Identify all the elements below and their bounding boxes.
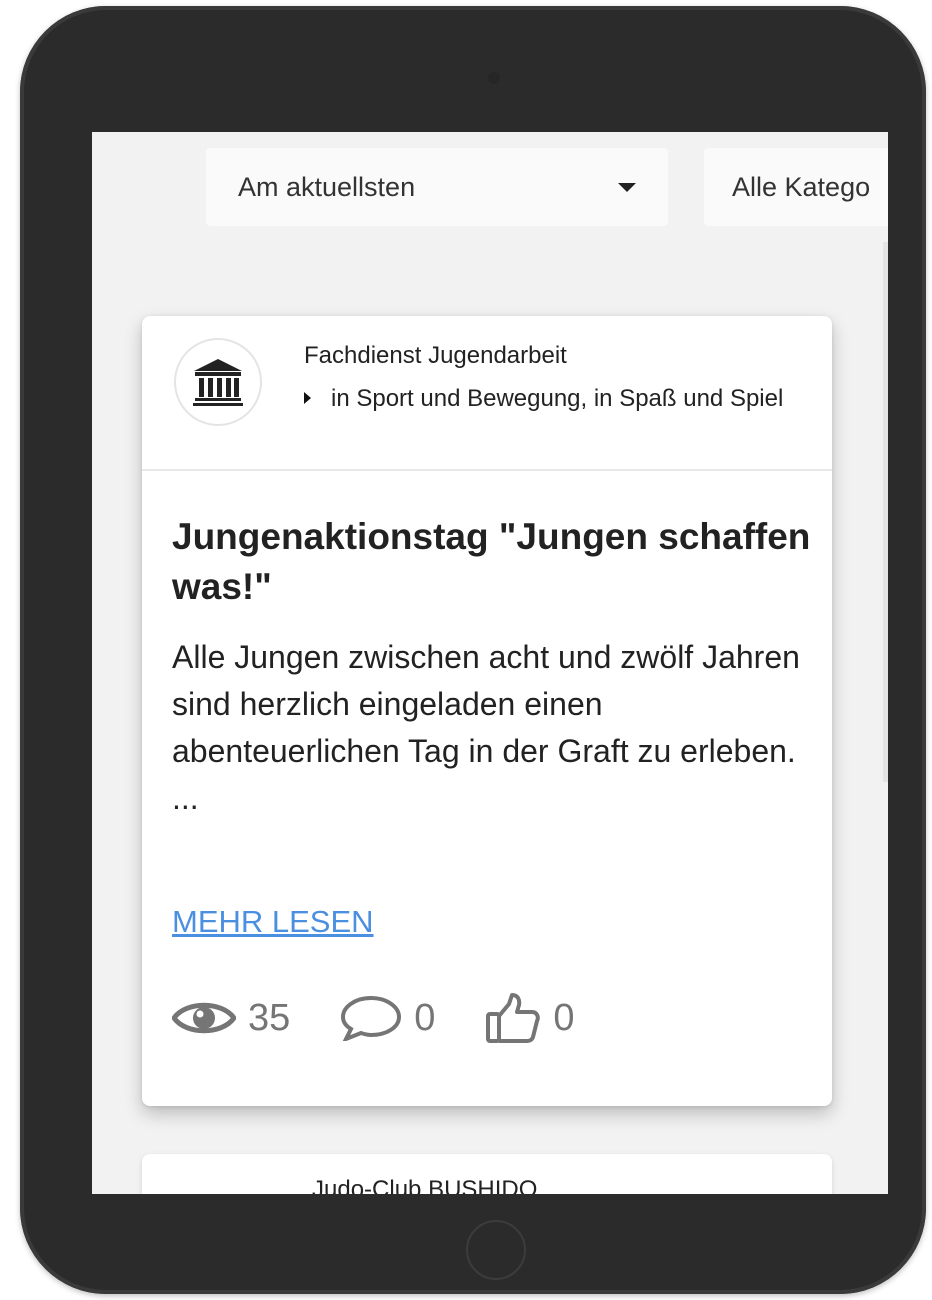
likes-stat[interactable]: 0 [485,992,575,1044]
caret-down-icon [618,183,636,192]
comments-stat[interactable]: 0 [340,995,435,1041]
category-dropdown-label: Alle Katego [732,171,871,202]
org-category-label: in Sport und Bewegung, in Spaß und Spiel [331,385,784,412]
org-name[interactable]: Fachdienst Jugendarbeit [304,342,567,370]
post-card-header: Fachdienst Jugendarbeit in Sport und Bew… [142,316,832,471]
post-stats: 35 0 0 [172,992,625,1044]
org-category[interactable]: in Sport und Bewegung, in Spaß und Spiel [304,382,804,415]
screen: Am aktuellsten Alle Katego Fachdienst Ju… [92,132,888,1194]
speech-bubble-icon [341,995,402,1041]
camera-dot [488,72,500,84]
read-more-link[interactable]: MEHR LESEN [172,904,374,940]
home-button[interactable] [466,1220,526,1280]
post-excerpt: Alle Jungen zwischen acht und zwölf Jahr… [172,639,800,816]
sort-dropdown[interactable]: Am aktuellsten [206,148,668,226]
triangle-right-icon [304,392,311,404]
eye-icon [172,1002,236,1034]
next-post-org-name: Judo-Club BUSHIDO [312,1176,538,1194]
scrollbar[interactable] [883,242,888,782]
tablet-frame: Am aktuellsten Alle Katego Fachdienst Ju… [20,6,926,1294]
views-stat: 35 [172,997,290,1040]
category-dropdown[interactable]: Alle Katego [704,148,888,226]
views-count: 35 [248,996,291,1039]
sort-dropdown-label: Am aktuellsten [238,171,416,202]
comments-count: 0 [414,996,436,1039]
next-post-card[interactable]: Judo-Club BUSHIDO [142,1154,832,1194]
post-card: Fachdienst Jugendarbeit in Sport und Bew… [142,316,832,1106]
post-title[interactable]: Jungenaktionstag "Jungen schaffen was!" [172,512,812,612]
thumbs-up-icon [486,993,541,1043]
likes-count: 0 [553,996,575,1039]
museum-icon [174,338,262,426]
